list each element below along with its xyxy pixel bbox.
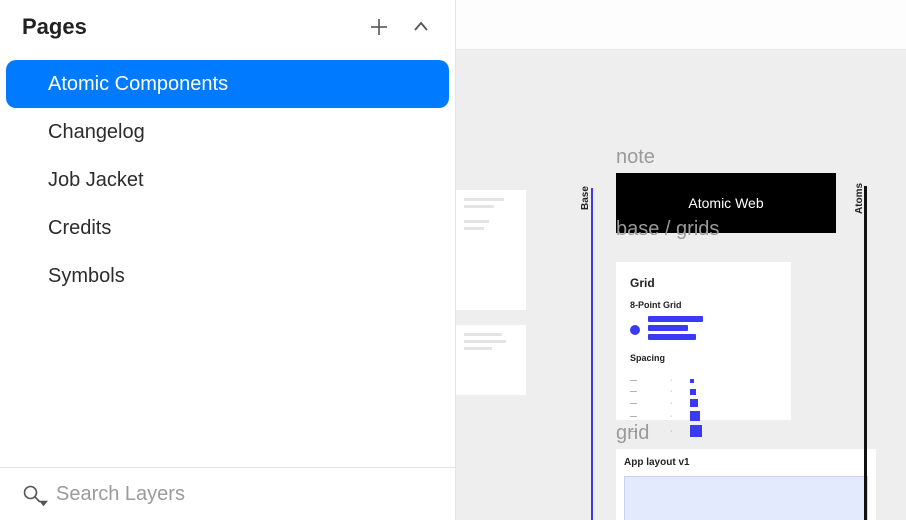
search-layers-input[interactable]: [56, 483, 435, 506]
page-item-label: Changelog: [48, 121, 145, 144]
page-item-label: Credits: [48, 217, 111, 240]
app-layout-preview: [624, 476, 868, 520]
grid-card-sub1: 8-Point Grid: [630, 300, 777, 310]
page-item-label: Symbols: [48, 265, 125, 288]
artboard-snippet[interactable]: [456, 190, 526, 310]
app-layout-title: App layout v1: [624, 457, 868, 468]
artboard-snippet[interactable]: [456, 325, 526, 395]
artboard-grid[interactable]: Grid 8-Point Grid Spacing —· —·: [616, 262, 791, 420]
page-item-job-jacket[interactable]: Job Jacket: [6, 156, 449, 204]
chevron-up-icon: [411, 17, 431, 37]
grid-bar: [648, 334, 696, 340]
page-item-credits[interactable]: Credits: [6, 204, 449, 252]
canvas[interactable]: Base note Atomic Web base / grids Grid 8…: [456, 0, 906, 520]
section-divider-base: [591, 188, 593, 520]
caret-down-icon: [39, 499, 48, 508]
page-item-symbols[interactable]: Symbols: [6, 252, 449, 300]
page-item-label: Job Jacket: [48, 169, 144, 192]
artboard-grid-cluster: Grid 8-Point Grid Spacing —· —·: [616, 262, 876, 520]
collapse-pages-button[interactable]: [409, 15, 433, 39]
add-page-button[interactable]: [367, 15, 391, 39]
app-root: Pages Atomic Components Changelog Job Ja…: [0, 0, 906, 520]
search-layers-icon-button[interactable]: [20, 482, 44, 506]
grid-dot: [630, 325, 640, 335]
grid-card-heading: Grid: [630, 276, 777, 290]
pages-list: Atomic Components Changelog Job Jacket C…: [0, 58, 455, 302]
grid-bar: [648, 325, 688, 331]
artboard-app-layout[interactable]: App layout v1: [616, 449, 876, 520]
pages-panel-title: Pages: [22, 14, 87, 40]
section-divider-atoms: [864, 186, 867, 520]
spacing-table: —· —· —· —· —·: [630, 375, 777, 439]
section-divider-label: Base: [580, 186, 591, 210]
page-item-changelog[interactable]: Changelog: [6, 108, 449, 156]
artboard-label-base-grids[interactable]: base / grids: [616, 218, 719, 241]
artboard-label-note[interactable]: note: [616, 146, 836, 169]
sidebar: Pages Atomic Components Changelog Job Ja…: [0, 0, 456, 520]
page-item-atomic-components[interactable]: Atomic Components: [6, 60, 449, 108]
note-card-text: Atomic Web: [688, 195, 763, 211]
search-layers-row: [0, 467, 455, 520]
grid-card-sub2: Spacing: [630, 353, 777, 363]
grid-bar: [648, 316, 703, 322]
sidebar-header-actions: [367, 15, 433, 39]
plus-icon: [368, 16, 390, 38]
canvas-body[interactable]: Base note Atomic Web base / grids Grid 8…: [456, 50, 906, 520]
section-divider-label: Atoms: [854, 183, 865, 214]
sidebar-header: Pages: [0, 0, 455, 58]
sidebar-spacer: [0, 302, 455, 467]
canvas-ruler: [456, 0, 906, 50]
page-item-label: Atomic Components: [48, 73, 228, 96]
